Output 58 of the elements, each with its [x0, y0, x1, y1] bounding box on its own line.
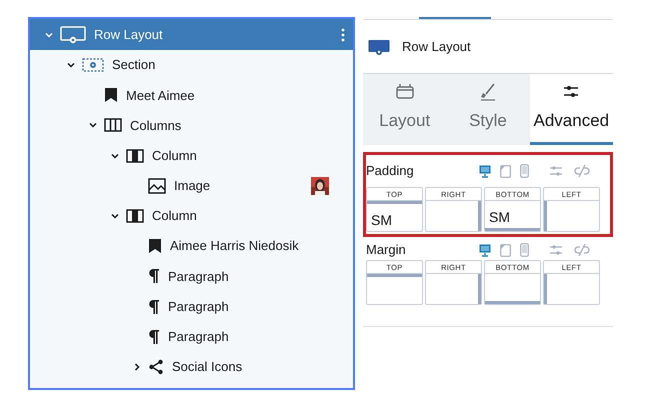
- desktop-icon[interactable]: [479, 244, 491, 256]
- tree-label: Image: [174, 177, 210, 196]
- tree-label: Social Icons: [172, 358, 242, 376]
- sliders-icon[interactable]: [549, 165, 563, 177]
- tree-label: Meet Aimee: [126, 86, 195, 105]
- columns-icon: [104, 118, 122, 132]
- section-label: Padding: [366, 162, 414, 180]
- bookmark-icon: [104, 87, 118, 104]
- tree-label: Paragraph: [168, 328, 229, 346]
- tree-row[interactable]: Paragraph: [30, 322, 353, 352]
- tablet-icon[interactable]: [500, 164, 511, 178]
- tree-label: Column: [152, 146, 197, 165]
- active-tab-underline: [419, 17, 491, 19]
- tree-label: Section: [112, 56, 156, 74]
- tree-row[interactable]: Column: [30, 200, 353, 232]
- tree-row[interactable]: Social Icons: [30, 352, 353, 382]
- tree-row[interactable]: Column: [30, 140, 353, 171]
- bookmark-icon: [148, 238, 162, 254]
- sliders-icon[interactable]: [549, 244, 563, 256]
- chevron-icon[interactable]: [132, 362, 142, 372]
- chevron-icon[interactable]: [88, 120, 98, 130]
- tablet-icon[interactable]: [500, 244, 511, 256]
- paragraph-icon: [148, 268, 160, 284]
- paragraph-icon: [148, 328, 160, 345]
- desktop-icon[interactable]: [479, 164, 491, 178]
- paragraph-icon: [148, 298, 160, 315]
- row-layout-icon: [60, 26, 86, 44]
- tree-row[interactable]: Section: [30, 50, 353, 80]
- share-icon: [148, 358, 164, 375]
- section-label: Margin: [366, 241, 406, 260]
- tab[interactable]: Style: [446, 74, 530, 145]
- tree-label: Aimee Harris Niedosik: [170, 237, 299, 256]
- tree-label: Paragraph: [168, 298, 229, 316]
- mobile-icon[interactable]: [520, 243, 529, 257]
- image-icon: [148, 178, 166, 194]
- tree-row[interactable]: Image: [30, 170, 353, 201]
- section-icon: [82, 57, 104, 74]
- tab[interactable]: Layout: [363, 74, 446, 145]
- tree-row[interactable]: Paragraph: [30, 261, 353, 292]
- tree-row[interactable]: Paragraph: [30, 292, 353, 322]
- tree-label: Paragraph: [168, 268, 229, 286]
- block-title: Row Layout: [402, 38, 471, 56]
- chevron-icon[interactable]: [110, 211, 120, 222]
- tree-label: Columns: [130, 116, 182, 135]
- unlink-icon[interactable]: [574, 243, 590, 257]
- selected-tree-row[interactable]: Row Layout: [30, 19, 353, 50]
- tree-label: Column: [152, 207, 197, 226]
- mobile-icon[interactable]: [520, 164, 529, 178]
- tree-row[interactable]: Meet Aimee: [30, 80, 353, 110]
- chevron-icon[interactable]: [66, 60, 76, 70]
- tree-label: Row Layout: [94, 26, 163, 44]
- tree-row[interactable]: Columns: [30, 110, 353, 141]
- column-icon: [126, 148, 144, 163]
- more-options-icon[interactable]: [341, 28, 345, 42]
- row-layout-icon: [368, 38, 390, 54]
- unlink-icon[interactable]: [574, 164, 590, 178]
- column-icon: [126, 209, 144, 224]
- tree-row[interactable]: Aimee Harris Niedosik: [30, 231, 353, 262]
